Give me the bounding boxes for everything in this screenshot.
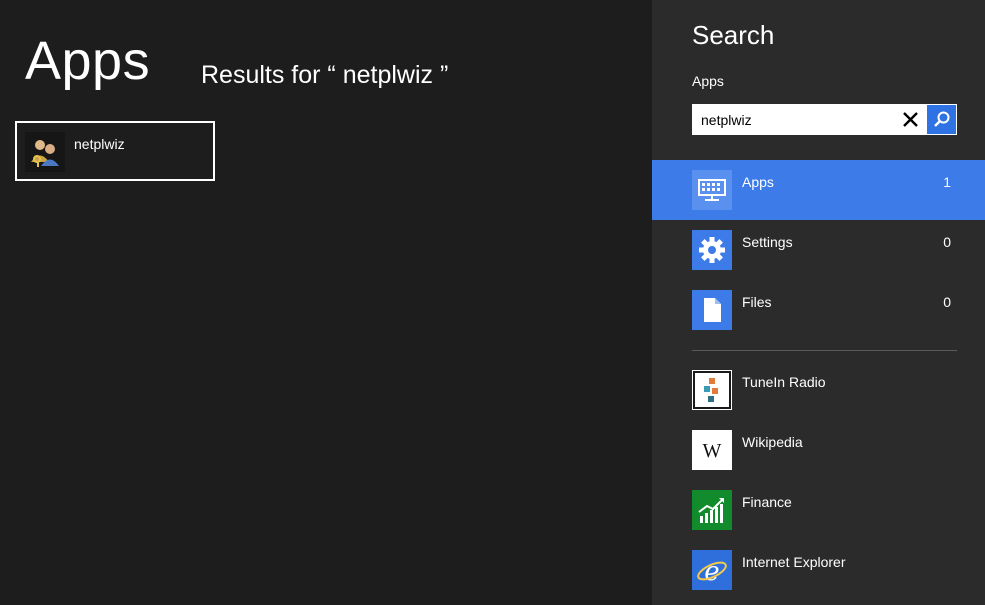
search-pane: Search Apps A: [652, 0, 985, 605]
clear-search-button[interactable]: [898, 107, 923, 132]
svg-text:W: W: [703, 440, 722, 462]
category-label: Settings: [742, 234, 793, 250]
app-tunein-radio[interactable]: TuneIn Radio: [652, 360, 985, 420]
close-icon: [903, 112, 918, 127]
app-wikipedia[interactable]: W Wikipedia: [652, 420, 985, 480]
finance-chart-icon: [692, 490, 732, 530]
result-tile-netplwiz[interactable]: netplwiz: [15, 121, 215, 181]
result-label: netplwiz: [74, 136, 125, 152]
file-icon: [692, 290, 732, 330]
category-apps[interactable]: Apps 1: [652, 160, 985, 220]
app-label: Wikipedia: [742, 434, 803, 450]
app-label: TuneIn Radio: [742, 374, 826, 390]
category-count: 1: [943, 174, 951, 190]
divider: [692, 350, 957, 351]
page-title: Apps: [25, 31, 151, 91]
search-scope-label: Apps: [692, 73, 724, 89]
app-internet-explorer[interactable]: e Internet Explorer: [652, 540, 985, 600]
search-button[interactable]: [927, 105, 956, 134]
category-label: Apps: [742, 174, 774, 190]
users-icon: [25, 132, 65, 172]
gear-icon: [692, 230, 732, 270]
category-count: 0: [943, 234, 951, 250]
search-icon: [934, 111, 950, 127]
search-pane-title: Search: [692, 20, 775, 50]
wikipedia-icon: W: [692, 430, 732, 470]
search-input[interactable]: [692, 104, 892, 135]
svg-text:e: e: [704, 557, 719, 587]
tunein-icon: [692, 370, 732, 410]
apps-keyboard-icon: [692, 170, 732, 210]
results-area: Apps Results for “ netplwiz ” netplwiz: [0, 0, 652, 605]
app-label: Finance: [742, 494, 792, 510]
category-count: 0: [943, 294, 951, 310]
search-box: [692, 104, 957, 135]
app-finance[interactable]: Finance: [652, 480, 985, 540]
category-files[interactable]: Files 0: [652, 280, 985, 340]
internet-explorer-icon: e: [692, 550, 732, 590]
results-heading: Results for “ netplwiz ”: [201, 61, 449, 89]
app-label: Internet Explorer: [742, 554, 846, 570]
category-settings[interactable]: Settings 0: [652, 220, 985, 280]
category-label: Files: [742, 294, 772, 310]
